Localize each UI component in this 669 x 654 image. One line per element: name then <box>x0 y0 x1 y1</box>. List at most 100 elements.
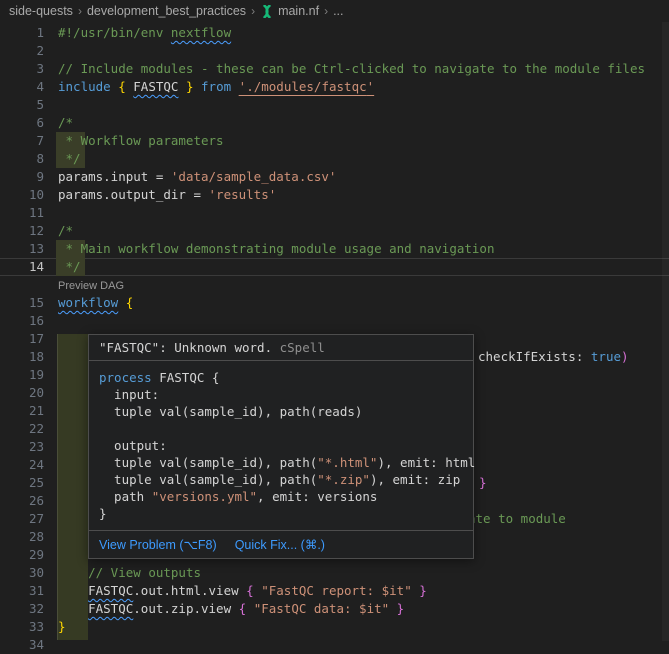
code-token: './modules/ <box>239 79 322 94</box>
code-token: input: <box>99 387 159 402</box>
quick-fix-link[interactable]: Quick Fix... (⌘.) <box>235 537 325 552</box>
nextflow-icon <box>260 5 274 18</box>
code-line[interactable]: 8 */ <box>0 150 669 168</box>
code-token: // View outputs <box>88 565 201 580</box>
breadcrumb-item--[interactable]: ... <box>333 4 343 18</box>
code-line[interactable]: 7 * Workflow parameters <box>0 132 669 150</box>
code-line-content[interactable]: FASTQC.out.zip.view { "FastQC data: $it"… <box>58 600 404 618</box>
code-line[interactable]: 33} <box>0 618 669 636</box>
code-line[interactable]: 1#!/usr/bin/env nextflow <box>0 24 669 42</box>
code-line[interactable]: 5 <box>0 96 669 114</box>
breadcrumb-item-development-best-practices[interactable]: development_best_practices <box>87 4 246 18</box>
code-line-content[interactable]: } <box>58 618 66 636</box>
code-line[interactable]: 31 FASTQC.out.html.view { "FastQC report… <box>0 582 669 600</box>
line-number: 14 <box>0 258 44 276</box>
code-line-content[interactable]: * Workflow parameters <box>58 132 224 150</box>
line-number: 3 <box>0 60 44 78</box>
code-line[interactable]: 10 params.output_dir = 'results' <box>0 186 669 204</box>
code-line-content[interactable]: /* <box>58 222 73 240</box>
line-number: 23 <box>0 438 44 456</box>
code-token: } <box>186 79 194 94</box>
code-token: 'results' <box>209 187 277 202</box>
squiggle-text: nextflow <box>171 25 231 40</box>
code-token: .out.html.view <box>133 583 246 598</box>
code-token: // Include modules - these can be Ctrl-c… <box>58 61 645 76</box>
code-token: * Main workflow demonstrating module usa… <box>58 241 495 256</box>
line-number: 15 <box>0 294 44 312</box>
line-number: 29 <box>0 546 44 564</box>
line-number: 10 <box>0 186 44 204</box>
breadcrumb-item-side-quests[interactable]: side-quests <box>9 4 73 18</box>
line-number: 22 <box>0 420 44 438</box>
line-number: 26 <box>0 492 44 510</box>
diagnostic-source: cSpell <box>272 340 325 355</box>
code-token <box>231 79 239 94</box>
chevron-right-icon: › <box>324 4 328 18</box>
tooltip-code-line: process FASTQC { <box>99 369 469 386</box>
code-line-content[interactable]: #!/usr/bin/env nextflow <box>58 24 231 42</box>
code-token: "*.zip" <box>317 472 370 487</box>
hover-tooltip: "FASTQC": Unknown word. cSpell process F… <box>88 334 474 559</box>
line-number: 34 <box>0 636 44 654</box>
code-line-content[interactable]: include { FASTQC } from './modules/fastq… <box>58 78 374 96</box>
code-token: #!/usr/bin/env <box>58 25 171 40</box>
code-line[interactable]: 16 <box>0 312 669 330</box>
code-line[interactable]: 30 // View outputs <box>0 564 669 582</box>
diagnostic-text: "FASTQC": Unknown word. <box>99 340 272 355</box>
code-token: output: <box>99 438 167 453</box>
breadcrumb-label: development_best_practices <box>87 4 246 18</box>
code-line-content[interactable]: // Include modules - these can be Ctrl-c… <box>58 60 645 78</box>
code-line[interactable]: 9params.input = 'data/sample_data.csv' <box>0 168 669 186</box>
code-line-content[interactable]: params.output_dir = 'results' <box>58 186 276 204</box>
code-token: ), emit: zip <box>370 472 460 487</box>
scrollbar-track[interactable] <box>662 22 669 641</box>
code-line[interactable]: 2 <box>0 42 669 60</box>
codelens-preview-dag[interactable]: Preview DAG <box>58 277 124 295</box>
breadcrumb-label: ... <box>333 4 343 18</box>
line-number: 16 <box>0 312 44 330</box>
view-problem-link[interactable]: View Problem (⌥F8) <box>99 537 217 552</box>
code-line-content[interactable]: * Main workflow demonstrating module usa… <box>58 240 495 258</box>
code-line[interactable]: 4include { FASTQC } from './modules/fast… <box>0 78 669 96</box>
code-line-content[interactable]: // View outputs <box>58 564 201 582</box>
code-token: "FastQC report: $it" <box>261 583 412 598</box>
code-line-content[interactable]: /* <box>58 114 73 132</box>
line-number: 13 <box>0 240 44 258</box>
line-number: 27 <box>0 510 44 528</box>
code-line[interactable]: 32 FASTQC.out.zip.view { "FastQC data: $… <box>0 600 669 618</box>
breadcrumb-item-main-nf[interactable]: main.nf <box>260 4 319 18</box>
editor[interactable]: 1#!/usr/bin/env nextflow23// Include mod… <box>0 22 669 641</box>
code-line[interactable]: 34 <box>0 636 669 654</box>
code-line-content[interactable]: ate to module <box>468 510 566 528</box>
code-line[interactable]: 13 * Main workflow demonstrating module … <box>0 240 669 258</box>
code-token: { <box>239 601 254 616</box>
code-line[interactable]: 3 // Include modules - these can be Ctrl-… <box>0 60 669 78</box>
code-line-content[interactable]: */ <box>58 150 81 168</box>
code-line-content[interactable]: params.input = 'data/sample_data.csv' <box>58 168 336 186</box>
tooltip-code-line: path "versions.yml", emit: versions <box>99 488 469 505</box>
code-line[interactable]: 6/* <box>0 114 669 132</box>
tooltip-code-preview: process FASTQC { input: tuple val(sample… <box>89 360 473 530</box>
code-line[interactable]: 11 <box>0 204 669 222</box>
code-token: include <box>58 79 111 94</box>
code-line-content[interactable]: */ <box>58 258 81 276</box>
code-token: /* <box>58 223 73 238</box>
code-token: "*.html" <box>317 455 377 470</box>
code-token: "FastQC data: $it" <box>254 601 389 616</box>
code-token: tuple val(sample_id), path(reads) <box>99 404 362 419</box>
code-token <box>178 79 186 94</box>
code-line-content[interactable]: checkIfExists: true) <box>478 348 629 366</box>
code-token: ) <box>621 349 629 364</box>
code-token: ' <box>367 79 375 94</box>
code-line[interactable]: 12/* <box>0 222 669 240</box>
code-token: , emit: versions <box>257 489 377 504</box>
squiggle-text: fastqc <box>321 79 366 94</box>
code-token: params.output_dir = <box>58 187 209 202</box>
code-token <box>58 565 88 580</box>
code-line-content[interactable]: workflow { <box>58 294 133 312</box>
code-line[interactable]: 15 workflow { <box>0 294 669 312</box>
code-token: } <box>58 619 66 634</box>
code-line-content[interactable]: FASTQC.out.html.view { "FastQC report: $… <box>58 582 427 600</box>
tooltip-diagnostic-message: "FASTQC": Unknown word. cSpell <box>89 335 473 360</box>
code-line[interactable]: 14 */ <box>0 258 669 276</box>
